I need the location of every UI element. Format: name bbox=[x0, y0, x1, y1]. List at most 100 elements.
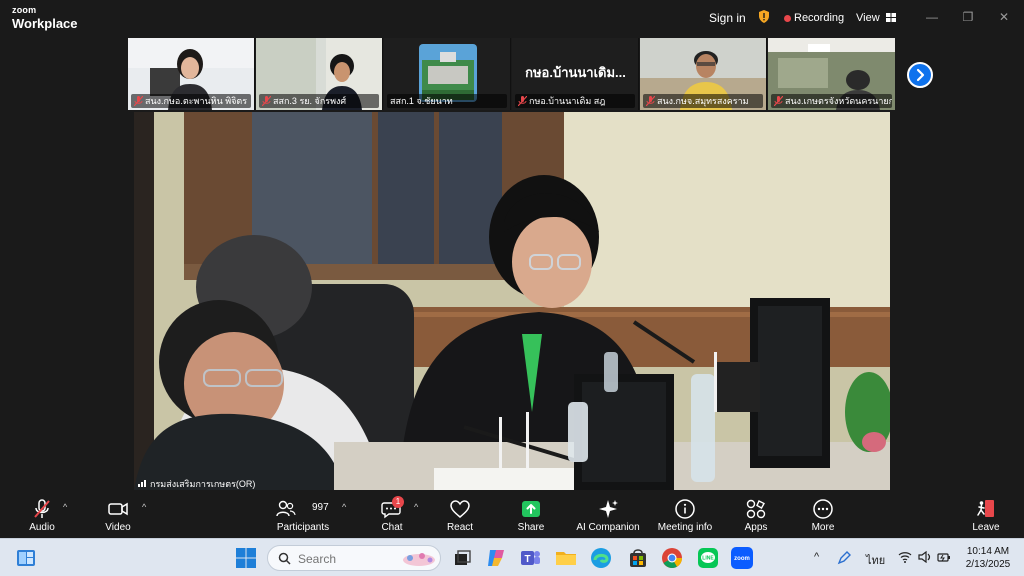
participants-count: 997 bbox=[312, 502, 329, 513]
recording-dot-icon bbox=[784, 14, 791, 22]
mic-muted-icon bbox=[518, 96, 527, 106]
grid-icon bbox=[885, 13, 896, 22]
meeting-info-button[interactable]: Meeting info bbox=[654, 498, 716, 534]
leave-door-icon bbox=[977, 500, 994, 517]
clock-date: 2/13/2025 bbox=[965, 559, 1011, 570]
clock-time: 10:14 AM bbox=[966, 546, 1010, 557]
more-label: More bbox=[811, 522, 835, 533]
apps-label: Apps bbox=[744, 522, 768, 533]
audio-button[interactable]: Audio bbox=[24, 498, 60, 534]
minimize-button[interactable]: — bbox=[922, 8, 942, 26]
brand-bottom: Workplace bbox=[12, 16, 78, 31]
active-speaker-label: กรมส่งเสริมการเกษตร(OR) bbox=[138, 477, 255, 489]
svg-text:zoom: zoom bbox=[734, 556, 750, 562]
chrome-icon[interactable] bbox=[660, 546, 684, 570]
more-button[interactable]: More bbox=[808, 498, 838, 534]
svg-text:T: T bbox=[524, 554, 530, 565]
participant-tile[interactable]: สสก.3 รย. จักรพงศ์ bbox=[256, 38, 383, 110]
pen-input-icon[interactable] bbox=[836, 550, 852, 566]
participant-name-text: สนง.เกษตรจังหวัดนครนายก bbox=[785, 96, 892, 106]
apps-button[interactable]: Apps bbox=[742, 498, 770, 534]
mic-muted-icon bbox=[34, 499, 50, 518]
view-button[interactable]: View bbox=[856, 10, 896, 26]
participants-options-caret-icon[interactable]: ^ bbox=[342, 502, 346, 512]
store-icon[interactable] bbox=[626, 546, 650, 570]
video-options-caret-icon[interactable]: ^ bbox=[142, 502, 146, 512]
widgets-icon[interactable] bbox=[14, 546, 38, 570]
participant-name: กษอ.บ้านนาเดิม สฎ bbox=[515, 94, 635, 108]
search-highlight-art-icon bbox=[403, 553, 435, 566]
line-app-icon[interactable]: LINE bbox=[696, 546, 720, 570]
sign-in-link[interactable]: Sign in bbox=[709, 10, 746, 26]
gallery-next-button[interactable] bbox=[907, 62, 933, 88]
chat-label: Chat bbox=[381, 522, 403, 533]
restore-button[interactable]: ❐ bbox=[958, 8, 978, 26]
tray-overflow-chevron-icon[interactable]: ^ bbox=[814, 551, 819, 563]
windows-taskbar: T LINE zoom ^ ไทย 10:14 AM 2/13/2025 bbox=[0, 538, 1024, 576]
task-view-icon[interactable] bbox=[450, 546, 474, 570]
active-speaker-video bbox=[134, 112, 890, 490]
heart-icon bbox=[450, 500, 470, 518]
meeting-room-scene bbox=[134, 112, 890, 490]
mic-muted-icon bbox=[646, 96, 655, 106]
title-bar: zoom Workplace Sign in Recording View — … bbox=[0, 0, 1024, 36]
leave-label: Leave bbox=[972, 522, 1000, 533]
search-icon bbox=[278, 552, 291, 565]
sparkle-icon bbox=[599, 500, 618, 518]
edge-browser-icon[interactable] bbox=[589, 546, 613, 570]
participants-button[interactable]: 997 Participants bbox=[272, 498, 334, 534]
audio-options-caret-icon[interactable]: ^ bbox=[63, 502, 67, 512]
battery-icon[interactable] bbox=[937, 551, 951, 563]
participants-icon-wrap: 997 bbox=[272, 498, 334, 520]
taskbar-search[interactable] bbox=[267, 545, 441, 571]
share-screen-icon bbox=[522, 501, 540, 517]
participant-display-name: กษอ.บ้านนาเดิม... bbox=[525, 65, 626, 80]
file-explorer-icon[interactable] bbox=[554, 546, 578, 570]
participant-tile[interactable]: กษอ.บ้านนาเดิม... กษอ.บ้านนาเดิม สฎ bbox=[512, 38, 639, 110]
active-speaker-name: กรมส่งเสริมการเกษตร(OR) bbox=[150, 479, 256, 489]
participant-name: สนง.เกษตรจังหวัดนครนายก bbox=[771, 94, 892, 108]
participant-tile[interactable]: สนง.กษจ.สมุทรสงคราม bbox=[640, 38, 767, 110]
participant-tile[interactable]: สสก.1 จ.ชัยนาท bbox=[384, 38, 511, 110]
video-button[interactable]: Video bbox=[100, 498, 136, 534]
react-label: React bbox=[446, 522, 474, 533]
close-button[interactable]: ✕ bbox=[994, 8, 1014, 26]
brand-top: zoom bbox=[12, 5, 37, 15]
zoom-logo: zoom Workplace bbox=[12, 5, 78, 31]
participant-name: สนง.กษอ.ตะพานหิน พิจิตร bbox=[131, 94, 251, 108]
svg-text:LINE: LINE bbox=[702, 556, 714, 562]
copilot-icon[interactable] bbox=[484, 546, 508, 570]
react-button[interactable]: React bbox=[444, 498, 476, 534]
recording-indicator[interactable]: Recording bbox=[784, 10, 844, 26]
meeting-controls: Audio ^ Video ^ 997 Participants ^ 1 Cha… bbox=[0, 490, 1024, 538]
zoom-app-icon[interactable]: zoom bbox=[730, 546, 754, 570]
participant-tile[interactable]: สนง.กษอ.ตะพานหิน พิจิตร bbox=[128, 38, 255, 110]
share-label: Share bbox=[517, 522, 545, 533]
info-icon bbox=[675, 499, 695, 519]
camera-icon bbox=[108, 502, 128, 516]
more-dots-icon bbox=[813, 499, 833, 519]
zoom-window: zoom Workplace Sign in Recording View — … bbox=[0, 0, 1024, 576]
teams-icon[interactable]: T bbox=[518, 546, 542, 570]
volume-icon[interactable] bbox=[918, 551, 932, 563]
participant-tile[interactable]: สนง.เกษตรจังหวัดนครนายก bbox=[768, 38, 895, 110]
input-language[interactable]: ไทย bbox=[866, 551, 885, 569]
chat-icon-wrap: 1 bbox=[378, 496, 406, 520]
view-label: View bbox=[856, 12, 880, 24]
chevron-right-icon bbox=[916, 68, 925, 82]
signal-strength-icon bbox=[138, 480, 146, 487]
search-input[interactable] bbox=[298, 552, 378, 566]
chat-options-caret-icon[interactable]: ^ bbox=[414, 502, 418, 512]
ai-companion-button[interactable]: AI Companion bbox=[574, 498, 642, 534]
participant-name-text: สสก.3 รย. จักรพงศ์ bbox=[273, 96, 347, 106]
mic-muted-icon bbox=[774, 96, 783, 106]
windows-start-icon[interactable] bbox=[234, 546, 258, 570]
security-shield-icon[interactable] bbox=[758, 10, 770, 26]
wifi-icon[interactable] bbox=[898, 551, 912, 563]
share-button[interactable]: Share bbox=[514, 498, 548, 534]
system-clock[interactable]: 10:14 AM 2/13/2025 bbox=[960, 545, 1016, 571]
leave-button[interactable]: Leave bbox=[970, 498, 1002, 534]
mic-muted-icon bbox=[262, 96, 271, 106]
chat-button[interactable]: 1 Chat bbox=[378, 496, 406, 534]
participant-name: สสก.1 จ.ชัยนาท bbox=[387, 94, 507, 108]
